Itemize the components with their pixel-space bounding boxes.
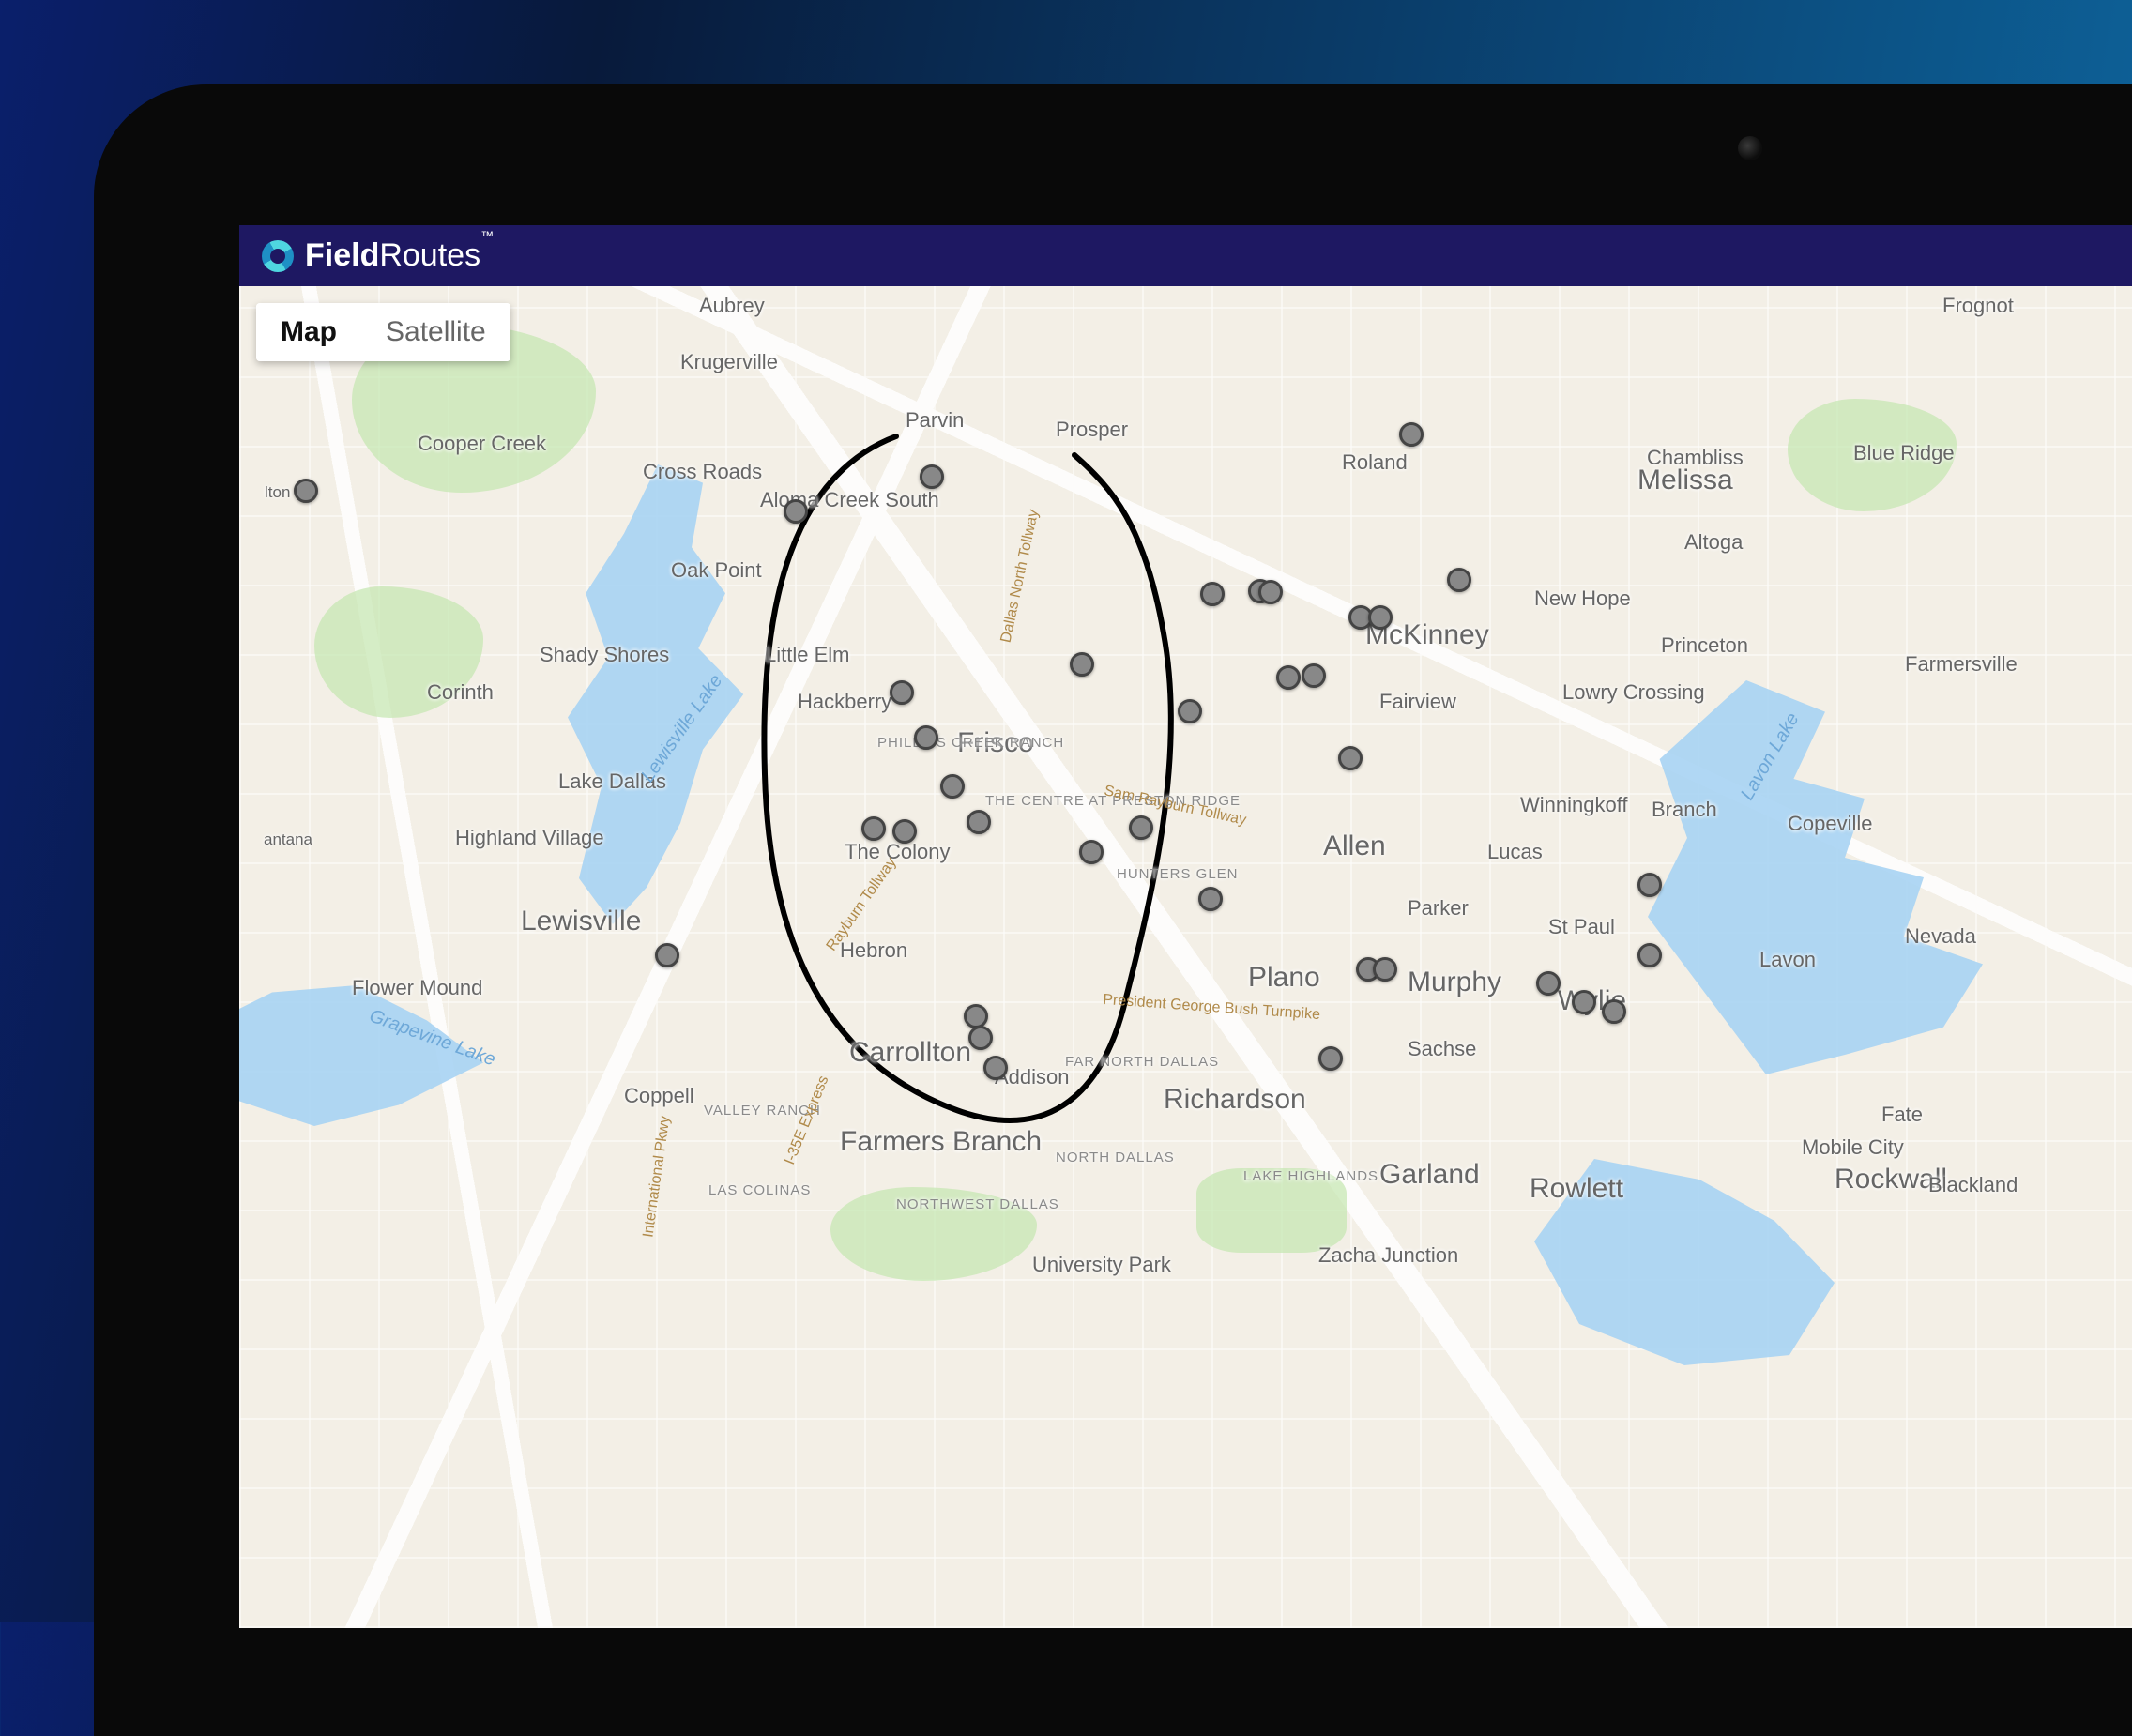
app-header: FieldRoutes™ [239, 225, 2132, 286]
map-marker[interactable] [1318, 1046, 1343, 1071]
fieldroutes-logo-icon [262, 240, 294, 272]
map-marker[interactable] [1602, 999, 1626, 1024]
park-area [1196, 1168, 1347, 1253]
map-marker[interactable] [890, 680, 914, 705]
map-marker[interactable] [1572, 990, 1596, 1014]
map-marker[interactable] [861, 816, 886, 841]
map-marker[interactable] [1637, 943, 1662, 967]
map-marker[interactable] [1129, 815, 1153, 840]
webcam-dot [1738, 136, 1762, 160]
map-marker[interactable] [1079, 840, 1104, 864]
map-marker[interactable] [784, 499, 808, 524]
map-marker[interactable] [1200, 582, 1225, 606]
map-marker[interactable] [967, 810, 991, 834]
map-marker[interactable] [1302, 663, 1326, 688]
map-marker[interactable] [920, 464, 944, 489]
map-marker[interactable] [983, 1056, 1008, 1080]
map-marker[interactable] [892, 819, 917, 844]
map-type-map-button[interactable]: Map [256, 303, 361, 361]
map-marker[interactable] [1198, 887, 1223, 911]
map-marker[interactable] [1447, 568, 1471, 592]
map-marker[interactable] [964, 1004, 988, 1028]
map-marker[interactable] [1368, 605, 1393, 630]
map-marker[interactable] [655, 943, 679, 967]
map-type-toggle: Map Satellite [256, 303, 510, 361]
map-marker[interactable] [1070, 652, 1094, 677]
map-marker[interactable] [914, 725, 938, 750]
map-marker[interactable] [1637, 873, 1662, 897]
map-marker[interactable] [1399, 422, 1424, 447]
map-marker[interactable] [1258, 580, 1283, 604]
map-marker[interactable] [940, 774, 965, 799]
map-marker[interactable] [1178, 699, 1202, 723]
map-marker[interactable] [968, 1026, 993, 1050]
map-type-satellite-button[interactable]: Satellite [361, 303, 510, 361]
map-marker[interactable] [1536, 971, 1561, 996]
map-marker[interactable] [1373, 957, 1397, 982]
map-marker[interactable] [1276, 665, 1301, 690]
map-marker[interactable] [294, 479, 318, 503]
map-viewport[interactable]: Map Satellite FriscoAllenPlanoGarlandLew… [239, 286, 2132, 1628]
brand-label: FieldRoutes™ [305, 237, 494, 274]
map-marker[interactable] [1338, 746, 1363, 770]
